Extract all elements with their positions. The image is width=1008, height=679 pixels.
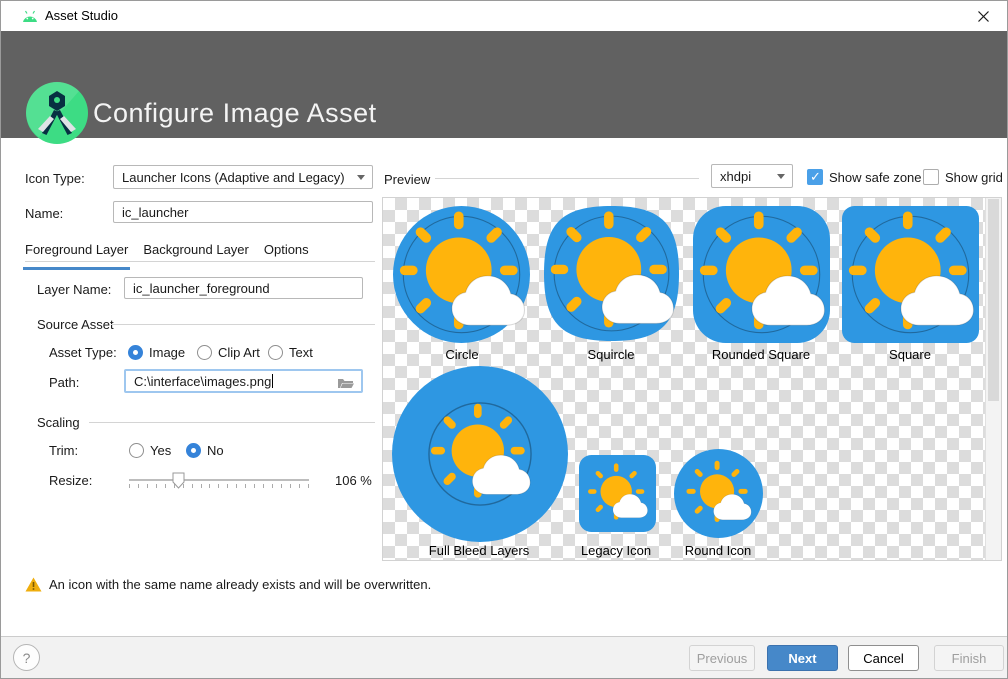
layer-name-label: Layer Name:	[37, 282, 111, 297]
warning-message: An icon with the same name already exist…	[25, 577, 431, 592]
preview-scrollbar-thumb[interactable]	[988, 199, 999, 401]
help-button[interactable]: ?	[13, 644, 40, 671]
resize-slider-thumb[interactable]	[172, 472, 185, 492]
trim-label: Trim:	[49, 443, 78, 458]
help-icon: ?	[23, 650, 31, 666]
title-bar: Asset Studio	[1, 1, 1007, 31]
preview-icon-circle	[393, 206, 530, 346]
preview-label-full-bleed: Full Bleed Layers	[429, 543, 529, 558]
trim-yes-label: Yes	[150, 443, 171, 458]
tab-options[interactable]: Options	[264, 242, 309, 270]
chevron-down-icon	[357, 175, 365, 180]
tabs-divider	[25, 261, 375, 262]
cancel-button[interactable]: Cancel	[848, 645, 919, 671]
preview-label-rounded-square: Rounded Square	[712, 347, 810, 362]
trim-no-label: No	[207, 443, 224, 458]
asset-type-clip-art-label: Clip Art	[218, 345, 260, 360]
slider-track[interactable]	[129, 479, 309, 481]
preview-icon-squircle	[544, 206, 679, 344]
preview-icon-legacy	[579, 455, 656, 535]
resize-slider[interactable]	[129, 471, 309, 491]
path-field[interactable]: C:\interface\images.png	[124, 369, 363, 393]
scaling-divider	[89, 422, 375, 423]
preview-icon-square	[842, 206, 979, 346]
tab-background-layer[interactable]: Background Layer	[143, 242, 249, 270]
preview-section-label: Preview	[384, 172, 430, 187]
show-safe-zone-option: Show safe zone	[807, 169, 922, 185]
preview-scrollbar[interactable]	[985, 198, 1001, 560]
window-title: Asset Studio	[45, 8, 118, 23]
close-button[interactable]	[959, 1, 1007, 31]
show-grid-label: Show grid	[945, 170, 1003, 185]
page-title: Configure Image Asset	[93, 98, 377, 129]
preview-label-square: Square	[889, 347, 931, 362]
dialog-header: Configure Image Asset	[1, 31, 1007, 138]
show-safe-zone-label: Show safe zone	[829, 170, 922, 185]
previous-button[interactable]: Previous	[689, 645, 755, 671]
folder-browse-icon[interactable]	[338, 377, 354, 389]
show-safe-zone-checkbox[interactable]	[807, 169, 823, 185]
preview-label-circle: Circle	[445, 347, 478, 362]
density-value: xhdpi	[720, 169, 751, 184]
finish-button[interactable]: Finish	[934, 645, 1004, 671]
preview-icon-full-bleed	[392, 366, 568, 545]
android-icon	[21, 10, 39, 26]
slider-ticks	[129, 484, 309, 488]
asset-type-image-label: Image	[149, 345, 185, 360]
icon-type-value: Launcher Icons (Adaptive and Legacy)	[122, 170, 345, 185]
asset-type-radio-text[interactable]	[268, 345, 283, 360]
source-asset-divider	[111, 324, 375, 325]
trim-radio-yes[interactable]	[129, 443, 144, 458]
layer-name-field[interactable]: ic_launcher_foreground	[124, 277, 363, 299]
footer-bar: ? Previous Next Cancel Finish	[1, 636, 1007, 678]
tab-foreground-layer[interactable]: Foreground Layer	[25, 242, 128, 270]
source-asset-section-label: Source Asset	[37, 317, 114, 332]
asset-type-radio-clip-art[interactable]	[197, 345, 212, 360]
text-caret	[272, 374, 273, 388]
trim-radio-no[interactable]	[186, 443, 201, 458]
preview-icon-round	[674, 449, 763, 541]
resize-value: 106 %	[335, 473, 372, 488]
asset-type-text-label: Text	[289, 345, 313, 360]
preview-panel: Circle Squircle Rounded Square Square Fu…	[382, 197, 1002, 561]
preview-icon-rounded-square	[693, 206, 830, 346]
preview-label-legacy: Legacy Icon	[581, 543, 651, 558]
next-button[interactable]: Next	[767, 645, 838, 671]
chevron-down-icon	[777, 174, 785, 179]
warning-text: An icon with the same name already exist…	[49, 577, 431, 592]
preview-label-squircle: Squircle	[588, 347, 635, 362]
path-label: Path:	[49, 375, 79, 390]
icon-type-dropdown[interactable]: Launcher Icons (Adaptive and Legacy)	[113, 165, 373, 189]
asset-studio-dialog: Asset Studio Configure Image Asset Icon	[0, 0, 1008, 679]
preview-label-round: Round Icon	[685, 543, 752, 558]
layer-tabs: Foreground Layer Background Layer Option…	[25, 242, 309, 270]
preview-divider	[435, 178, 699, 179]
close-icon	[978, 11, 989, 22]
name-field[interactable]: ic_launcher	[113, 201, 373, 223]
asset-type-radio-image[interactable]	[128, 345, 143, 360]
density-dropdown[interactable]: xhdpi	[711, 164, 793, 188]
android-studio-logo-icon	[25, 81, 89, 148]
show-grid-option: Show grid	[923, 169, 1003, 185]
icon-type-label: Icon Type:	[25, 171, 85, 186]
resize-label: Resize:	[49, 473, 92, 488]
scaling-section-label: Scaling	[37, 415, 80, 430]
asset-type-label: Asset Type:	[49, 345, 117, 360]
warning-icon	[25, 577, 42, 592]
show-grid-checkbox[interactable]	[923, 169, 939, 185]
name-label: Name:	[25, 206, 63, 221]
